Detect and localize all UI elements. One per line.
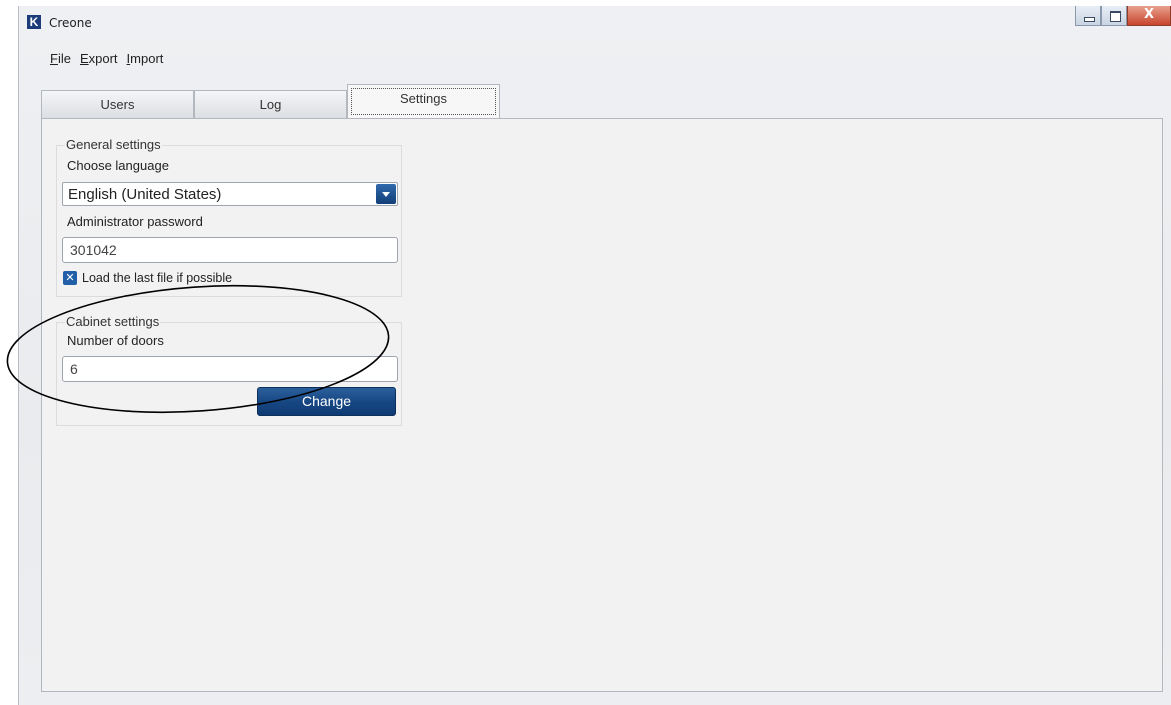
- cabinet-settings-group: Cabinet settings Number of doors 6 Chang…: [56, 314, 402, 426]
- admin-password-field[interactable]: 301042: [62, 237, 398, 263]
- title-bar[interactable]: K Creone X: [19, 6, 1171, 42]
- general-settings-legend: General settings: [65, 137, 162, 152]
- chevron-down-icon[interactable]: [376, 184, 396, 204]
- close-glyph: X: [1143, 7, 1155, 22]
- number-of-doors-label: Number of doors: [67, 333, 164, 348]
- tab-strip: Users Log Settings: [41, 84, 541, 118]
- maximize-icon[interactable]: [1101, 6, 1127, 26]
- menu-export-label: xport: [88, 51, 118, 66]
- tab-settings[interactable]: Settings: [347, 84, 500, 118]
- app-logo-icon: K: [27, 15, 41, 29]
- number-of-doors-field[interactable]: 6: [62, 356, 398, 382]
- close-icon[interactable]: X: [1127, 6, 1171, 26]
- tab-users[interactable]: Users: [41, 90, 194, 118]
- admin-password-label: Administrator password: [67, 214, 203, 229]
- general-settings-group: General settings Choose language English…: [56, 137, 402, 297]
- language-select-value: English (United States): [68, 186, 222, 203]
- choose-language-label: Choose language: [67, 158, 169, 173]
- menu-file-mnemonic: F: [50, 51, 58, 66]
- menu-import[interactable]: Import: [127, 51, 164, 66]
- menu-bar: File Export Import: [50, 51, 163, 66]
- menu-export-mnemonic: E: [79, 51, 89, 66]
- tab-log[interactable]: Log: [194, 90, 347, 118]
- window-controls: X: [1075, 6, 1171, 28]
- change-button[interactable]: Change: [257, 387, 396, 416]
- menu-import-label: mport: [130, 51, 164, 66]
- load-last-file-checkbox[interactable]: ✕: [63, 271, 77, 285]
- menu-file[interactable]: File: [50, 51, 71, 66]
- menu-file-label: ile: [57, 51, 71, 66]
- tab-focus-rect: [351, 88, 496, 115]
- window-title: Creone: [49, 16, 92, 30]
- menu-export[interactable]: Export: [80, 51, 118, 66]
- app-window: K Creone X File Export Import Users Log …: [18, 6, 1171, 705]
- minimize-icon[interactable]: [1075, 6, 1101, 26]
- cabinet-settings-legend: Cabinet settings: [65, 314, 161, 329]
- language-select[interactable]: English (United States): [62, 182, 398, 206]
- settings-panel: General settings Choose language English…: [41, 118, 1163, 692]
- load-last-file-label[interactable]: Load the last file if possible: [82, 271, 232, 285]
